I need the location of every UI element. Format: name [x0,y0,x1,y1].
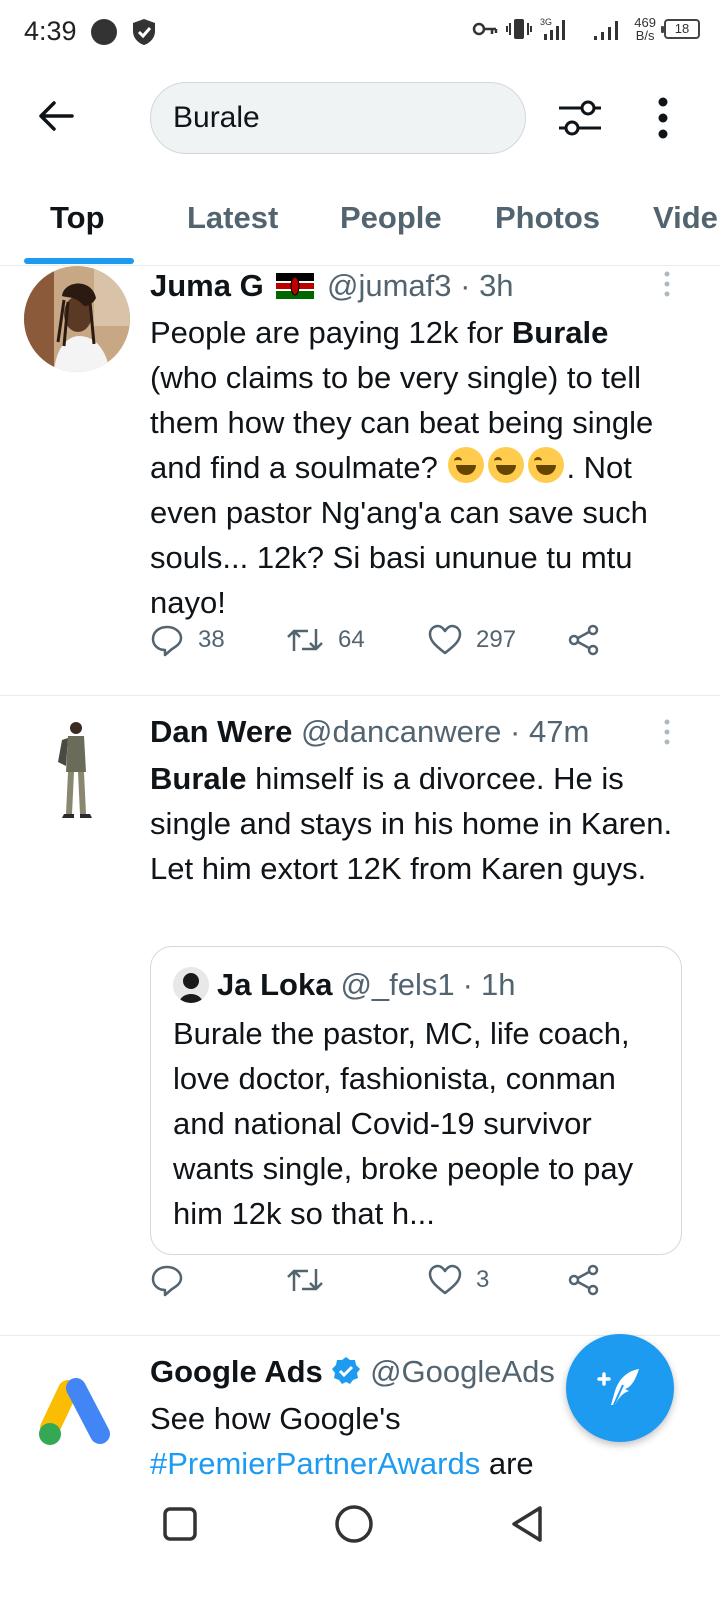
tweet-text-part: People are paying 12k for [150,315,512,350]
status-time: 4:39 [24,16,77,46]
laughing-emoji-icon [528,447,565,483]
key-icon [473,22,498,36]
share-icon [568,1264,599,1296]
like-button[interactable]: 297 [428,624,516,656]
quoted-author-handle: @_fels1 [340,967,455,1002]
author-handle[interactable]: @dancanwere [301,714,501,749]
network-speed-unit: B/s [635,28,655,43]
compose-tweet-button[interactable] [566,1334,674,1442]
search-header: Burale [0,62,720,174]
tweet-text-part: See how Google's [150,1401,401,1436]
reply-count: 38 [198,626,225,653]
quoted-author-name: Ja Loka [217,967,333,1002]
network-speed: 469 B/s [634,16,656,42]
signal-3g-icon: 3G [540,17,566,40]
back-triangle-icon[interactable] [504,1500,552,1548]
share-button[interactable] [568,1264,600,1296]
tab-people[interactable]: People [340,200,442,236]
author-handle[interactable]: @jumaf3 [327,268,452,303]
verified-badge-icon [332,1357,361,1384]
avatar[interactable] [24,716,130,822]
status-icons: 3G 469 B/s 18 [472,16,700,42]
retweet-button[interactable] [286,1265,338,1295]
status-bar: 4:39 3G 469 B/s 18 [0,0,720,62]
share-icon [568,624,599,656]
separator-dot: · [460,268,471,303]
separator-dot: · [462,967,473,1002]
retweet-button[interactable]: 64 [286,625,365,655]
avatar[interactable] [24,266,130,372]
tweet-options-icon[interactable] [662,718,672,748]
tweet-time[interactable]: 3h [479,268,513,303]
author-name[interactable]: Dan Were [150,714,292,749]
retweet-count: 64 [338,626,365,653]
kenya-flag-icon [276,273,315,299]
svg-text:3G: 3G [540,17,552,27]
back-arrow-icon[interactable] [32,92,80,140]
share-button[interactable] [568,624,600,656]
tweet-keyword: Burale [150,761,247,796]
quoted-avatar [173,967,209,1003]
tweet-text: Burale himself is a divorcee. He is sing… [150,756,680,891]
compose-feather-icon [597,1369,639,1408]
google-ads-logo-icon[interactable] [24,1360,130,1466]
author-name[interactable]: Google Ads [150,1354,323,1389]
quoted-tweet-time: 1h [480,967,516,1002]
signal-icon [594,21,619,40]
reply-button[interactable] [150,1263,198,1297]
tweet-text: People are paying 12k for Burale (who cl… [150,310,680,625]
heart-icon [428,1264,462,1295]
author-name[interactable]: Juma G [150,268,264,303]
laughing-emoji-icon [448,447,485,483]
separator-dot: · [510,714,521,749]
quoted-tweet-text: Burale the pastor, MC, life coach, love … [173,1016,634,1231]
like-count: 297 [476,626,517,653]
quoted-tweet[interactable]: Ja Loka @_fels1 · 1h Burale the pastor, … [150,946,682,1255]
tweet-card[interactable]: Juma G @jumaf3 · 3h People are paying 12… [0,266,720,696]
reply-icon [151,625,183,657]
android-nav-bar [0,1478,720,1600]
like-button[interactable]: 3 [428,1264,489,1296]
tweet-text-part: are [480,1446,534,1478]
vibrate-icon [506,19,533,39]
tab-videos[interactable]: Vide [653,200,718,236]
battery-icon: 18 [661,19,700,39]
recents-square-icon[interactable] [156,1500,204,1548]
home-circle-icon[interactable] [330,1500,378,1548]
search-filter-icon[interactable] [556,94,604,142]
search-tabs: Top Latest People Photos Vide [0,174,720,266]
more-options-icon[interactable] [648,94,678,142]
retweet-icon [287,629,323,651]
heart-icon [428,624,462,655]
tweet-body: Dan Were @dancanwere · 47m Burale himsel… [150,712,680,891]
laughing-emoji-icon [488,447,525,483]
active-tab-indicator [24,258,134,264]
search-input[interactable]: Burale [150,82,526,154]
hashtag-link[interactable]: #PremierPartnerAwards [150,1446,480,1478]
tweet-options-icon[interactable] [662,270,672,300]
shield-icon [133,19,155,45]
tweet-header: Dan Were @dancanwere · 47m [150,712,680,752]
tweet-time[interactable]: 47m [529,714,589,749]
search-query: Burale [173,101,260,134]
tab-latest[interactable]: Latest [187,200,278,236]
tweet-card[interactable]: Dan Were @dancanwere · 47m Burale himsel… [0,696,720,1336]
tweet-body: Juma G @jumaf3 · 3h People are paying 12… [150,266,680,625]
retweet-icon [287,1269,323,1291]
tweet-header: Juma G @jumaf3 · 3h [150,266,680,306]
reply-button[interactable]: 38 [150,623,225,657]
quoted-tweet-header: Ja Loka @_fels1 · 1h [173,965,659,1005]
tab-photos[interactable]: Photos [495,200,600,236]
tweet-keyword: Burale [511,315,609,350]
tab-top[interactable]: Top [50,200,105,236]
like-count: 3 [476,1266,490,1293]
notification-dot-icon [91,19,117,45]
reply-icon [151,1265,183,1297]
author-handle[interactable]: @GoogleAds [370,1354,555,1389]
